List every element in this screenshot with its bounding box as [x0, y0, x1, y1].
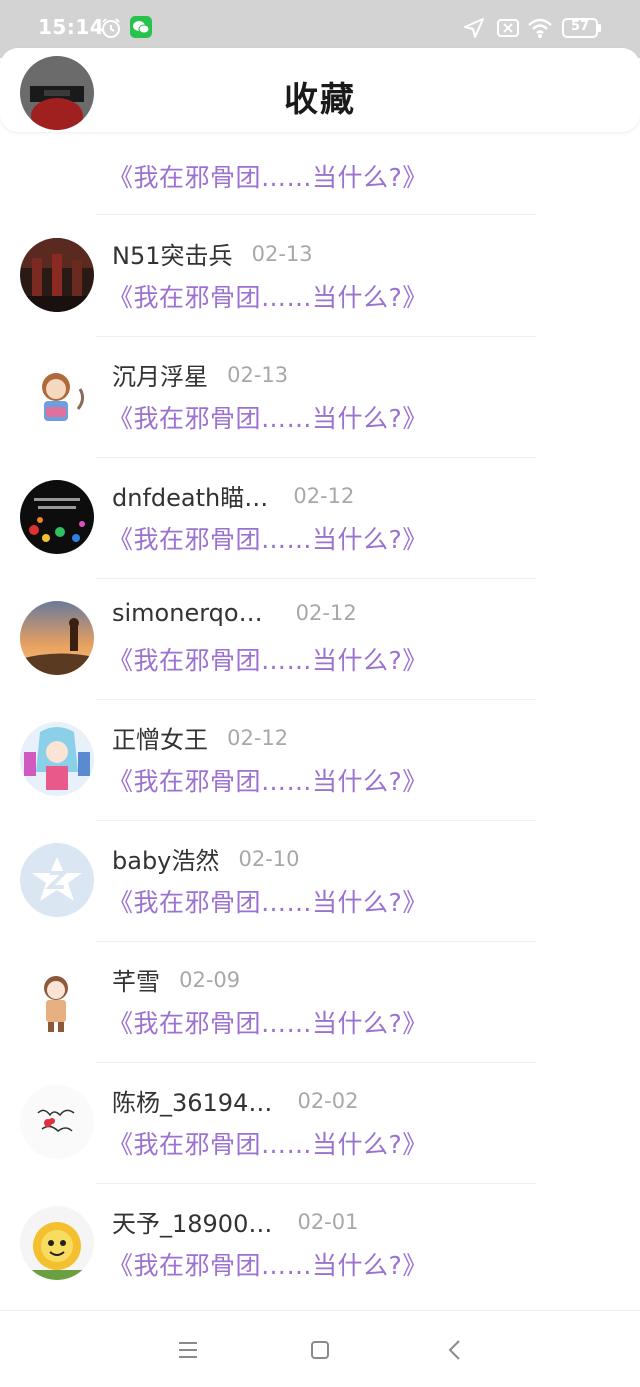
- list-item[interactable]: N51突击兵 02-13 《我在邪骨团……当什么?》: [0, 216, 640, 337]
- date: 02-12: [227, 725, 289, 750]
- wifi-icon: [527, 17, 553, 43]
- name-row: simonerqo… 02-12: [112, 599, 357, 633]
- location-icon: [463, 17, 485, 43]
- name-row: 正憎女王 02-12: [112, 720, 289, 755]
- book-title: 《我在邪骨团……当什么?》: [108, 767, 428, 796]
- avatar: [20, 359, 94, 433]
- user-name: 正憎女王: [112, 726, 208, 754]
- avatar: [20, 1206, 94, 1280]
- name-row: 芊雪 02-09: [112, 962, 241, 997]
- back-icon: [440, 1340, 470, 1369]
- avatar: [20, 601, 94, 675]
- avatar: [20, 56, 94, 130]
- list-item[interactable]: baby浩然 02-10 《我在邪骨团……当什么?》: [0, 821, 640, 942]
- name-row: 陈杨_36194… 02-02: [112, 1083, 359, 1118]
- list-item[interactable]: simonerqo… 02-12 《我在邪骨团……当什么?》: [0, 579, 640, 700]
- battery-icon: 57: [562, 18, 602, 42]
- avatar: [20, 480, 94, 554]
- avatar: [20, 238, 94, 312]
- list-item[interactable]: dnfdeath瞄… 02-12 《我在邪骨团……当什么?》: [0, 458, 640, 579]
- name-row: 沉月浮星 02-13: [112, 357, 289, 392]
- name-row: 天予_18900… 02-01: [112, 1204, 359, 1239]
- list-item[interactable]: 芊雪 02-09 《我在邪骨团……当什么?》: [0, 942, 640, 1063]
- date: 02-09: [179, 967, 241, 992]
- status-time: 15:14: [38, 15, 105, 39]
- user-name: baby浩然: [112, 847, 220, 875]
- book-title: 《我在邪骨团……当什么?》: [108, 888, 428, 917]
- user-name: 沉月浮星: [112, 363, 208, 391]
- date: 02-12: [293, 483, 355, 508]
- user-name: 陈杨_36194…: [112, 1089, 273, 1117]
- alarm-icon: [100, 17, 122, 43]
- menu-icon: [173, 1342, 203, 1369]
- book-title: 《我在邪骨团……当什么?》: [108, 163, 428, 192]
- list-item[interactable]: 沉月浮星 02-13 《我在邪骨团……当什么?》: [0, 337, 640, 458]
- name-row: N51突击兵 02-13: [112, 236, 313, 271]
- home-button[interactable]: [305, 1335, 335, 1365]
- book-title: 《我在邪骨团……当什么?》: [108, 1130, 428, 1159]
- user-name: dnfdeath瞄…: [112, 484, 269, 512]
- sim-off-icon: [496, 17, 520, 43]
- avatar: [20, 1085, 94, 1159]
- name-row: dnfdeath瞄… 02-12: [112, 478, 355, 513]
- user-name: 天予_18900…: [112, 1210, 273, 1238]
- date: 02-12: [295, 601, 357, 625]
- date: 02-10: [238, 846, 300, 871]
- book-title: 《我在邪骨团……当什么?》: [108, 283, 428, 312]
- book-title: 《我在邪骨团……当什么?》: [108, 404, 428, 433]
- name-row: baby浩然 02-10: [112, 841, 300, 876]
- user-name: N51突击兵: [112, 242, 233, 270]
- date: 02-13: [227, 362, 289, 387]
- book-title: 《我在邪骨团……当什么?》: [108, 1009, 428, 1038]
- avatar: [20, 843, 94, 917]
- user-name: 芊雪: [112, 968, 160, 996]
- date: 02-02: [297, 1088, 359, 1113]
- book-title: 《我在邪骨团……当什么?》: [108, 525, 428, 554]
- home-icon: [305, 1341, 335, 1369]
- avatar: [20, 722, 94, 796]
- list-item[interactable]: 陈杨_36194… 02-02 《我在邪骨团……当什么?》: [0, 1063, 640, 1184]
- book-title: 《我在邪骨团……当什么?》: [108, 1251, 428, 1280]
- system-nav-bar: [0, 1310, 640, 1387]
- list-item[interactable]: 天予_18900… 02-01 《我在邪骨团……当什么?》: [0, 1184, 640, 1305]
- list-item[interactable]: 正憎女王 02-12 《我在邪骨团……当什么?》: [0, 700, 640, 821]
- date: 02-01: [297, 1209, 359, 1234]
- menu-button[interactable]: [173, 1335, 203, 1365]
- divider: [96, 214, 536, 215]
- avatar: [20, 964, 94, 1038]
- back-nav-button[interactable]: [440, 1335, 470, 1365]
- battery-level: 57: [571, 19, 590, 34]
- book-title: 《我在邪骨团……当什么?》: [108, 646, 428, 675]
- wechat-icon: [130, 16, 152, 42]
- list-item[interactable]: 《我在邪骨团……当什么?》: [0, 56, 640, 192]
- user-name: simonerqo…: [112, 599, 263, 627]
- date: 02-13: [251, 241, 313, 266]
